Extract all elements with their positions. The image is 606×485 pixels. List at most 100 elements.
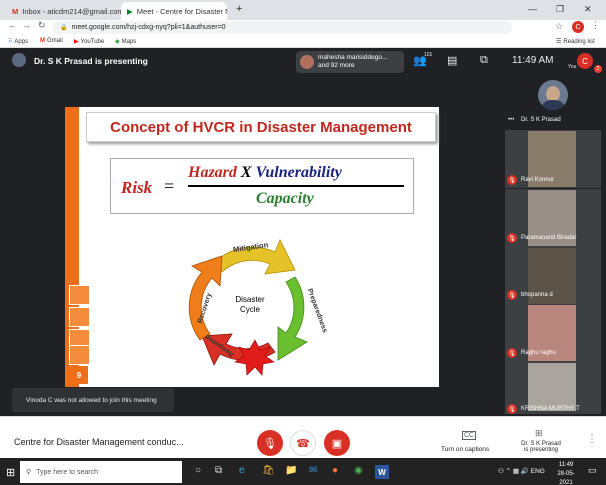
mic-off-icon: 🎙 xyxy=(507,404,517,414)
hand-raise-line1: mahesha marisiddego... xyxy=(318,54,388,61)
tab-title: Meet - Centre for Disaster M xyxy=(136,6,227,16)
taskbar-search[interactable]: ⚲ Type here to search xyxy=(20,461,182,483)
url-field[interactable]: 🔒 meet.google.com/hzj-cdxg-nyq?pli=1&aut… xyxy=(52,21,512,34)
gmail-icon: M xyxy=(40,38,45,44)
leave-call-button[interactable]: ☎ xyxy=(290,430,316,456)
slide-deco-box xyxy=(69,285,90,305)
slide-title: Concept of HVCR in Disaster Management xyxy=(86,112,436,142)
menu-dots-icon[interactable]: ⋮ xyxy=(591,20,600,31)
meet-icon: ▶ xyxy=(127,6,133,16)
maps-icon: ◆ xyxy=(115,39,120,45)
hand-raise-notice[interactable]: mahesha marisiddego... and 92 more xyxy=(296,51,404,73)
people-tray-icon[interactable]: ⚇ xyxy=(498,468,504,475)
hand-raise-text: mahesha marisiddego... and 92 more xyxy=(318,54,387,70)
captions-button-label[interactable]: Turn on captions xyxy=(441,446,489,453)
file-explorer-icon[interactable]: 📁 xyxy=(285,465,297,476)
tile-options-icon[interactable]: ••• xyxy=(508,117,514,123)
captions-icon[interactable]: CC xyxy=(462,431,477,440)
present-icon[interactable]: ⊞ xyxy=(535,428,543,439)
phone-hangup-icon: ☎ xyxy=(296,437,310,450)
bookmark-star-icon[interactable]: ☆ xyxy=(555,21,563,32)
presenter-avatar xyxy=(12,53,26,67)
mic-off-icon: 🎙 xyxy=(507,175,517,185)
chevron-up-icon[interactable]: ⌃ xyxy=(506,468,511,475)
presenter-avatar xyxy=(538,80,568,110)
reading-list[interactable]: ☰ Reading list xyxy=(556,38,595,46)
mic-off-icon: 🎙 xyxy=(507,348,517,358)
activities-icon[interactable]: ⧉ xyxy=(480,54,488,67)
forward-icon[interactable]: → xyxy=(22,20,31,30)
formula-risk: Risk xyxy=(121,178,153,197)
bookmark-maps[interactable]: ◆ Maps xyxy=(115,38,136,46)
apps-grid-icon: ⠿ xyxy=(8,39,13,45)
times-text: X xyxy=(240,164,252,181)
volume-icon[interactable]: 🔊 xyxy=(521,468,529,475)
notification-badge: 2 xyxy=(594,65,602,73)
bookmark-apps[interactable]: ⠿ Apps xyxy=(8,38,29,46)
language-indicator[interactable]: ENG xyxy=(531,468,545,475)
you-label: You xyxy=(568,64,577,70)
new-tab-button[interactable]: + xyxy=(236,3,242,15)
formula-denominator: Capacity xyxy=(256,190,314,207)
vulnerability-text: Vulnerability xyxy=(255,164,342,181)
mic-toggle-button[interactable]: 🎙 xyxy=(257,430,283,456)
cycle-center-line1: Disaster xyxy=(235,295,265,304)
bookmark-label: YouTube xyxy=(80,38,105,45)
tab-meet[interactable]: ▶ Meet - Centre for Disaster M ✕ xyxy=(121,2,227,20)
formula-numerator: Hazard X Vulnerability xyxy=(188,164,342,182)
youtube-icon: ▶ xyxy=(74,39,79,45)
bookmark-label: Gmail xyxy=(47,38,63,44)
slide-deco-box xyxy=(69,345,90,365)
slide-number: 9 xyxy=(70,366,88,384)
participant-name: Dr. S K Prasad xyxy=(521,117,561,123)
gmail-icon: M xyxy=(12,6,19,16)
disaster-cycle-diagram: Disaster Cycle Mitigation Preparedness R… xyxy=(188,239,328,376)
presenting-label[interactable]: Dr. S K Prasad is presenting xyxy=(520,441,562,453)
task-view-icon[interactable]: ⧉ xyxy=(215,465,222,476)
store-icon[interactable]: 🛍 xyxy=(262,465,275,476)
meeting-clock: 11:49 AM xyxy=(512,55,554,66)
notifications-icon[interactable]: ▭ xyxy=(588,465,597,476)
maximize-icon[interactable]: ❐ xyxy=(556,4,564,15)
notification-toast: Vinoda C was not allowed to join this me… xyxy=(12,388,174,412)
formula-equals: = xyxy=(164,176,175,196)
url-text: meet.google.com/hzj-cdxg-nyq?pli=1&authu… xyxy=(71,24,226,31)
back-icon[interactable]: ← xyxy=(8,20,17,30)
participant-name: Paramanand Biradar xyxy=(521,235,577,241)
bookmark-youtube[interactable]: ▶ YouTube xyxy=(74,38,105,46)
participant-video xyxy=(528,363,576,411)
search-placeholder: Type here to search xyxy=(36,468,99,476)
network-icon[interactable]: ▦ xyxy=(513,468,519,475)
windows-start-icon[interactable]: ⊞ xyxy=(6,466,15,479)
more-options-icon[interactable]: ⋮ xyxy=(587,434,597,445)
slide-deco-box xyxy=(69,307,90,327)
participant-name: KRISHNA MURTHY T xyxy=(521,406,580,412)
edge-icon[interactable]: e xyxy=(239,465,245,476)
self-avatar[interactable]: C xyxy=(577,53,593,69)
chrome-icon[interactable]: ◉ xyxy=(354,465,363,476)
preparedness-arrow xyxy=(277,276,308,361)
search-icon: ⚲ xyxy=(26,469,32,476)
avatar xyxy=(300,55,314,69)
camera-off-icon: ▣ xyxy=(331,437,343,450)
tab-gmail[interactable]: M Inbox - aticdm214@gmail.com - ✕ xyxy=(6,2,129,20)
bookmark-gmail[interactable]: M Gmail xyxy=(40,38,63,44)
reading-list-icon: ☰ xyxy=(556,39,562,45)
mail-icon[interactable]: ✉ xyxy=(309,465,317,476)
chat-icon[interactable]: ▤ xyxy=(447,54,457,67)
profile-avatar[interactable]: C xyxy=(572,21,584,33)
bookmark-label: Apps xyxy=(14,38,29,45)
taskbar-clock[interactable]: 11:49 28-05-2021 xyxy=(553,461,579,485)
camera-toggle-button[interactable]: ▣ xyxy=(324,430,350,456)
mic-off-icon: 🎙 xyxy=(507,233,517,243)
hazard-text: Hazard xyxy=(188,164,237,181)
participant-count: 101 xyxy=(424,52,433,58)
taskbar-date: 28-05-2021 xyxy=(557,471,575,485)
meeting-title[interactable]: Centre for Disaster Management conduc... xyxy=(14,437,184,447)
word-icon[interactable]: W xyxy=(375,465,389,479)
cortana-icon[interactable]: ○ xyxy=(195,465,201,476)
minimize-icon[interactable]: — xyxy=(528,4,537,14)
firefox-icon[interactable]: ● xyxy=(332,465,338,476)
window-close-icon[interactable]: ✕ xyxy=(584,4,592,15)
reload-icon[interactable]: ↻ xyxy=(38,20,46,31)
